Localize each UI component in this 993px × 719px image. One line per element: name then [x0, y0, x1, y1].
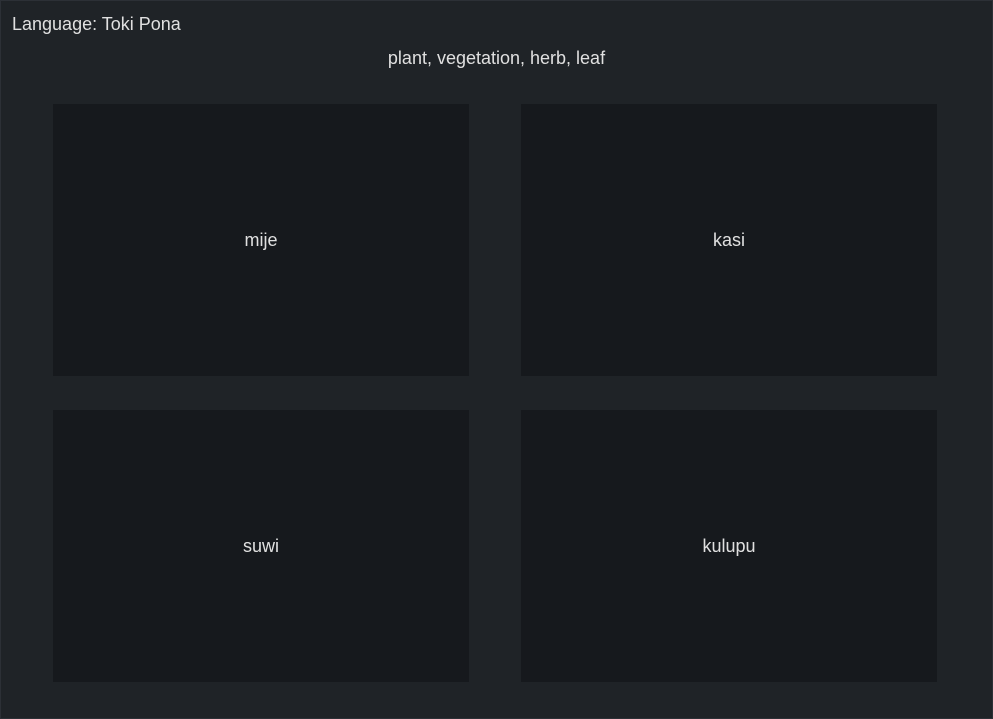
answer-option[interactable]: suwi: [53, 410, 469, 682]
language-label: Language: Toki Pona: [12, 14, 181, 34]
answer-option-label: kulupu: [702, 535, 756, 556]
answer-option[interactable]: kulupu: [521, 410, 937, 682]
answer-option[interactable]: kasi: [521, 104, 937, 376]
answer-option[interactable]: mije: [53, 104, 469, 376]
answer-option-label: kasi: [712, 229, 745, 250]
answer-option-label: suwi: [242, 535, 279, 556]
answer-option-label: mije: [244, 229, 278, 250]
prompt-text: plant, vegetation, herb, leaf: [387, 48, 606, 68]
